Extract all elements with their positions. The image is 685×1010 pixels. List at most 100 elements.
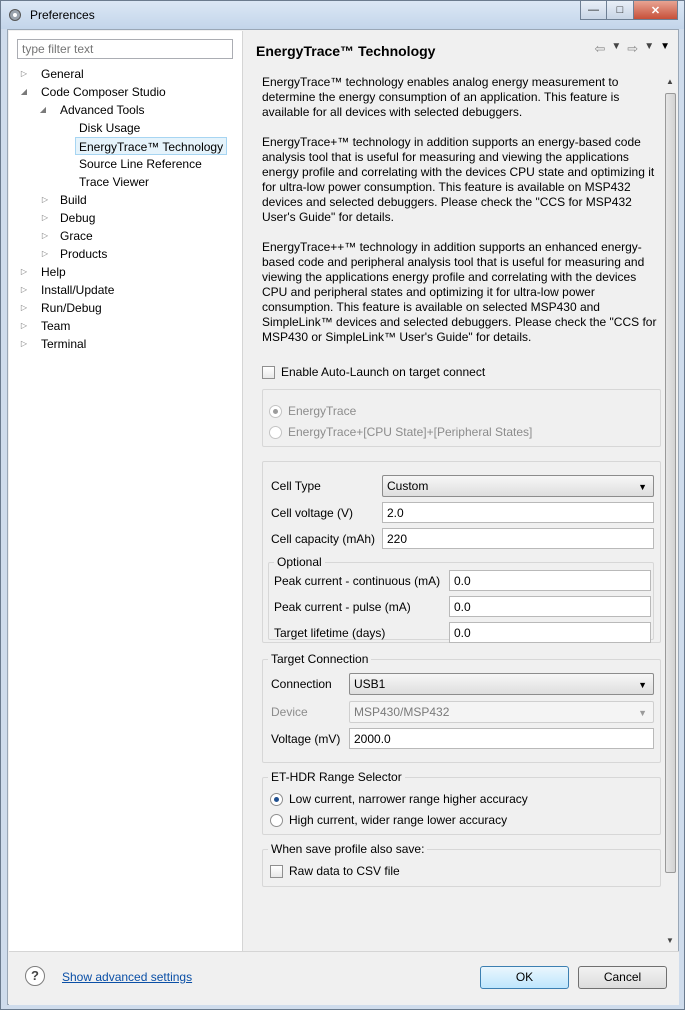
intro-paragraph: EnergyTrace™ technology enables analog e… — [262, 75, 620, 119]
filter-input[interactable] — [17, 39, 233, 59]
chevron-down-icon[interactable]: ◢ — [38, 101, 48, 119]
optional-group-label: Optional — [274, 555, 325, 569]
cell-capacity-field[interactable] — [382, 528, 654, 549]
vertical-scrollbar[interactable]: ▲ ▼ — [663, 71, 678, 951]
chevron-right-icon[interactable]: ▷ — [40, 227, 50, 245]
hdr-high-radio[interactable] — [270, 813, 283, 827]
auto-launch-checkbox-row[interactable]: Enable Auto-Launch on target connect — [262, 365, 485, 379]
tree-item-label: Run/Debug — [41, 301, 102, 315]
peak-pulse-label: Peak current - pulse (mA) — [274, 600, 411, 614]
view-menu-icon[interactable]: ▼ — [660, 41, 670, 57]
connection-value: USB1 — [354, 677, 386, 691]
voltage-label: Voltage (mV) — [271, 732, 341, 746]
tree-item-label: Build — [60, 193, 87, 207]
tree-item-products[interactable]: ▷ Products — [36, 245, 107, 263]
target-lifetime-label: Target lifetime (days) — [274, 626, 386, 640]
tree-item-label: Team — [41, 319, 71, 333]
peak-continuous-field[interactable] — [449, 570, 651, 591]
scrollbar-thumb[interactable] — [665, 93, 676, 873]
tree-item-team[interactable]: ▷ Team — [17, 317, 70, 335]
window-title: Preferences — [30, 8, 95, 22]
show-advanced-settings-link[interactable]: Show advanced settings — [62, 970, 192, 984]
ok-button[interactable]: OK — [480, 966, 569, 989]
chevron-right-icon[interactable]: ▷ — [40, 209, 50, 227]
tree-item-energytrace[interactable]: EnergyTrace™ Technology — [75, 137, 228, 155]
auto-launch-label: Enable Auto-Launch on target connect — [281, 365, 486, 379]
raw-csv-checkbox[interactable] — [270, 864, 283, 878]
tree-item-build[interactable]: ▷ Build — [36, 191, 87, 209]
dialog-client: ▷ General ◢ Code Composer Studio ◢ Advan… — [7, 29, 679, 1005]
hdr-low-row[interactable]: Low current, narrower range higher accur… — [270, 792, 528, 806]
cell-capacity-label: Cell capacity (mAh) — [271, 532, 376, 546]
chevron-right-icon[interactable]: ▷ — [19, 335, 29, 353]
scroll-down-icon[interactable]: ▼ — [666, 936, 674, 945]
tree-item-label: EnergyTrace™ Technology — [79, 140, 224, 154]
tree-item-source-line[interactable]: Source Line Reference — [79, 155, 202, 173]
energytrace-plus-paragraph: EnergyTrace+™ technology in addition sup… — [262, 135, 655, 224]
maximize-button[interactable]: □ — [607, 1, 634, 20]
target-lifetime-field[interactable] — [449, 622, 651, 643]
chevron-right-icon[interactable]: ▷ — [19, 65, 29, 83]
auto-launch-checkbox[interactable] — [262, 365, 275, 379]
tree-item-general[interactable]: ▷ General — [17, 65, 84, 83]
chevron-right-icon[interactable]: ▷ — [19, 317, 29, 335]
tree-item-terminal[interactable]: ▷ Terminal — [17, 335, 86, 353]
chevron-right-icon[interactable]: ▷ — [19, 281, 29, 299]
target-connection-label: Target Connection — [268, 652, 372, 666]
minimize-button[interactable]: — — [580, 1, 607, 20]
connection-label: Connection — [271, 677, 332, 691]
preferences-window: Preferences — □ ✕ ▷ General ◢ Code Compo… — [0, 0, 685, 1010]
forward-arrow-icon[interactable]: ⇨ — [627, 41, 638, 57]
chevron-right-icon[interactable]: ▷ — [19, 263, 29, 281]
tree-item-install-update[interactable]: ▷ Install/Update — [17, 281, 114, 299]
peak-pulse-field[interactable] — [449, 596, 651, 617]
tree-item-help[interactable]: ▷ Help — [17, 263, 66, 281]
hdr-range-label: ET-HDR Range Selector — [268, 770, 405, 784]
preference-tree-panel: ▷ General ◢ Code Composer Studio ◢ Advan… — [9, 31, 243, 951]
chevron-down-icon[interactable]: ◢ — [19, 83, 29, 101]
peak-continuous-label: Peak current - continuous (mA) — [274, 574, 441, 588]
optional-group: Optional Peak current - continuous (mA) … — [268, 555, 654, 643]
tree-item-grace[interactable]: ▷ Grace — [36, 227, 93, 245]
chevron-right-icon[interactable]: ▷ — [40, 245, 50, 263]
cell-type-label: Cell Type — [271, 479, 321, 493]
tree-item-advanced-tools[interactable]: ◢ Advanced Tools — [36, 101, 145, 119]
back-arrow-icon[interactable]: ⇦ — [594, 41, 605, 57]
preference-page-panel: EnergyTrace™ Technology ⇦ ▼ ⇨ ▼ ▼ Energy… — [244, 31, 678, 951]
back-menu-icon[interactable]: ▼ — [611, 41, 621, 57]
raw-csv-row[interactable]: Raw data to CSV file — [270, 864, 400, 878]
tree-item-label: Grace — [60, 229, 93, 243]
dropdown-arrow-icon: ▼ — [638, 708, 647, 718]
tree-item-label: Advanced Tools — [60, 103, 145, 117]
hdr-low-radio[interactable] — [270, 792, 283, 806]
close-button[interactable]: ✕ — [634, 1, 678, 20]
page-navigation: ⇦ ▼ ⇨ ▼ ▼ — [594, 41, 670, 57]
target-connection-group: Target Connection Connection USB1 ▼ Devi… — [262, 652, 661, 763]
tree-item-ccs[interactable]: ◢ Code Composer Studio — [17, 83, 166, 101]
cancel-button[interactable]: Cancel — [578, 966, 667, 989]
tree-item-run-debug[interactable]: ▷ Run/Debug — [17, 299, 102, 317]
scroll-up-icon[interactable]: ▲ — [666, 77, 674, 86]
page-content: EnergyTrace™ technology enables analog e… — [245, 71, 662, 951]
help-icon[interactable]: ? — [25, 966, 45, 986]
connection-select[interactable]: USB1 ▼ — [349, 673, 654, 695]
hdr-high-label: High current, wider range lower accuracy — [289, 813, 508, 827]
tree-item-trace-viewer[interactable]: Trace Viewer — [79, 173, 149, 191]
tree-item-disk-usage[interactable]: Disk Usage — [79, 119, 140, 137]
hdr-high-row[interactable]: High current, wider range lower accuracy — [270, 813, 507, 827]
mode-group: EnergyTrace EnergyTrace+[CPU State]+[Per… — [262, 389, 661, 447]
hdr-range-group: ET-HDR Range Selector Low current, narro… — [262, 770, 661, 835]
chevron-right-icon[interactable]: ▷ — [40, 191, 50, 209]
cell-voltage-field[interactable] — [382, 502, 654, 523]
tree-item-label: Source Line Reference — [79, 157, 202, 171]
chevron-right-icon[interactable]: ▷ — [19, 299, 29, 317]
forward-menu-icon[interactable]: ▼ — [644, 41, 654, 57]
dialog-button-bar: ? Show advanced settings OK Cancel — [9, 951, 679, 1005]
device-select: MSP430/MSP432 ▼ — [349, 701, 654, 723]
voltage-field[interactable] — [349, 728, 654, 749]
tree-item-debug[interactable]: ▷ Debug — [36, 209, 95, 227]
dropdown-arrow-icon: ▼ — [638, 680, 647, 690]
mode-energytrace-plus-row: EnergyTrace+[CPU State]+[Peripheral Stat… — [269, 425, 532, 439]
cell-type-select[interactable]: Custom ▼ — [382, 475, 654, 497]
tree-item-label: Trace Viewer — [79, 175, 150, 189]
